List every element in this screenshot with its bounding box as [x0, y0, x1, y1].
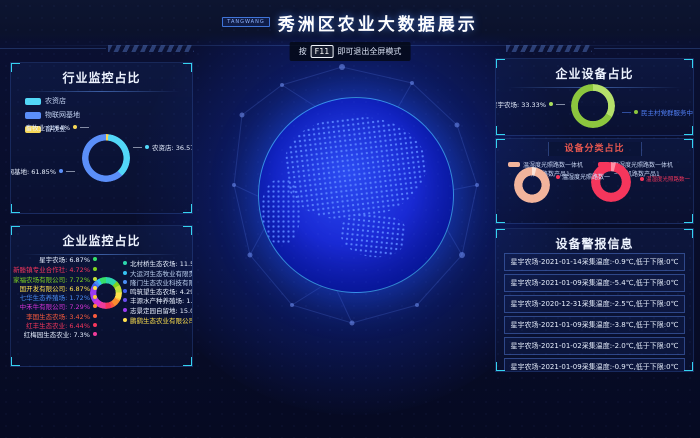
panel-device-ratio: 企业设备占比 星宇农场: 33.33% 民主村党群服务中心: [495, 58, 694, 136]
chart-callout: 中禾牛有限公司: 7.29%: [20, 302, 97, 310]
alarm-row: 星宇农场-2021-01-09采集温度:-0.9℃,低于下限:0℃: [504, 358, 685, 372]
globe-visualization[interactable]: [258, 97, 454, 293]
globe-continent-dots: [261, 179, 300, 245]
alarm-row: 星宇农场-2021-01-09采集温度:-5.4℃,低于下限:0℃: [504, 274, 685, 292]
legend-swatch: [25, 112, 41, 119]
legend-item[interactable]: 物联网基地: [25, 110, 80, 120]
callout-dot: [73, 125, 77, 129]
callout-dot: [93, 304, 97, 308]
legend-swatch: [508, 162, 520, 167]
callout-dot: [59, 169, 63, 173]
legend-label: 农资店: [45, 96, 66, 106]
callout-dot: [123, 318, 127, 322]
chart-callout: 新塍镇专业合作社: 4.72%: [13, 265, 97, 273]
alarm-row: 星宇农场-2021-01-02采集温度:-2.0℃,低于下限:0℃: [504, 337, 685, 355]
chart-callout: 鸣筑望生态农场: 4.29%: [123, 287, 193, 295]
callout-dot: [634, 110, 638, 114]
callout-dot: [93, 267, 97, 271]
panel-title: 行业监控占比: [11, 69, 192, 86]
callout-dot: [640, 177, 644, 181]
header-decal-left: [108, 45, 194, 52]
chart-callout: 红丰生态农业: 6.44%: [26, 321, 97, 329]
panel-enterprise-ratio: 企业监控占比 星宇农场: 6.87% 新塍镇专业合作社: 4.72% 家福农场有…: [10, 225, 193, 367]
callout-dot: [123, 261, 127, 265]
chart-callout: 北村桥生态农场: 11.56%: [123, 259, 193, 267]
chart-callout: 星宇农场: 6.87%: [39, 255, 97, 263]
legend-item[interactable]: 温湿度光照路数一体机: [508, 160, 583, 169]
chart-callout: 丰源水产种养殖场: 1.: [123, 296, 192, 304]
callout-dot: [123, 280, 127, 284]
callout-dot: [93, 286, 97, 290]
chart-callout: 温湿度光照路数一: [556, 172, 610, 181]
chart-callout: 畜牧业: 1.64%: [26, 123, 89, 131]
panel-title: 企业监控占比: [11, 232, 192, 249]
callout-dot: [93, 277, 97, 281]
dashboard-root: TANGWANG 秀洲区农业大数据展示 按 F11 即可退出全屏模式 行业监控占…: [0, 0, 700, 438]
panel-title: 企业设备占比: [496, 65, 693, 82]
chart-callout: 志景定园自留地: 15.02%: [123, 306, 193, 314]
chart-callout: 红梅园生态农业: 7.3%: [24, 330, 97, 338]
chart-callout: 星宇农场: 33.33%: [495, 100, 565, 108]
chart-callout: 家福农场有限公司: 7.72%: [13, 275, 97, 283]
divider: [23, 91, 180, 92]
chart-callout: 李国生态农场: 3.42%: [26, 312, 97, 320]
callout-dot: [93, 314, 97, 318]
chart-callout: 温湿度光照路数一: [640, 175, 690, 183]
legend-swatch: [25, 98, 41, 105]
legend-label: 物联网基地: [45, 110, 80, 120]
chart-callout: 鹏鹞生态农业有限公司: 6.87%: [123, 316, 193, 324]
callout-dot: [93, 332, 97, 336]
fullscreen-hint: 按 F11 即可退出全屏模式: [290, 42, 411, 61]
chart-callout: 物联网基地: 61.85%: [10, 167, 75, 175]
category-right-donut-chart[interactable]: [591, 162, 631, 202]
callout-dot: [123, 289, 127, 293]
device-donut-chart[interactable]: [571, 84, 615, 128]
panel-industry-ratio: 行业监控占比 农资店 物联网基地 畜牧业 畜牧业: 1.64% 农资店: 36.…: [10, 62, 193, 214]
alarm-row: 星宇农场-2020-12-31采集温度:-2.5℃,低于下限:0℃: [504, 295, 685, 313]
callout-dot: [93, 323, 97, 327]
chart-callout: 国开发有限公司: 6.87%: [20, 284, 97, 292]
chart-callout: 民主村党群服务中心: [622, 108, 694, 116]
panel-alarm-info: 设备警报信息 星宇农场-2021-01-14采集温度:-0.9℃,低于下限:0℃…: [495, 228, 694, 372]
alarm-row: 星宇农场-2021-01-09采集温度:-3.8℃,低于下限:0℃: [504, 316, 685, 334]
callout-dot: [93, 295, 97, 299]
callout-dot: [123, 271, 127, 275]
callout-dot: [123, 308, 127, 312]
chart-callout: 大运河生态牧业有限责任公: [123, 269, 193, 277]
industry-donut-chart[interactable]: [82, 134, 130, 182]
callout-dot: [123, 298, 127, 302]
page-title: 秀洲区农业大数据展示: [278, 10, 478, 35]
globe-continent-dots: [281, 109, 432, 226]
globe-continent-dots: [338, 211, 408, 260]
f11-key: F11: [311, 45, 334, 58]
chart-callout: 七华生态养殖场: 1.72%: [20, 293, 97, 301]
alarm-list: 星宇农场-2021-01-14采集温度:-0.9℃,低于下限:0℃ 星宇农场-2…: [504, 253, 685, 372]
panel-device-category: 设备分类占比 温湿度光照路数一体机 一体机路数产品1 温湿度光照路数一 温湿度光…: [495, 138, 694, 224]
category-left-donut-chart[interactable]: [514, 167, 550, 203]
callout-dot: [549, 102, 553, 106]
callout-dot: [145, 145, 149, 149]
chart-callout: 农资店: 36.57%: [133, 143, 193, 151]
callout-dot: [93, 257, 97, 261]
hint-suffix: 即可退出全屏模式: [337, 46, 401, 57]
legend-item[interactable]: 农资店: [25, 96, 80, 106]
header-decal-right: [506, 45, 592, 52]
logo-badge: TANGWANG: [222, 17, 269, 27]
callout-dot: [556, 175, 560, 179]
chart-callout: 隆门生态农业科技有限公: [123, 278, 193, 286]
alarm-row: 星宇农场-2021-01-14采集温度:-0.9℃,低于下限:0℃: [504, 253, 685, 271]
hint-prefix: 按: [299, 46, 307, 57]
panel-title: 设备警报信息: [496, 235, 693, 252]
panel-title: 设备分类占比: [548, 142, 642, 156]
header: TANGWANG 秀洲区农业大数据展示: [0, 0, 700, 46]
